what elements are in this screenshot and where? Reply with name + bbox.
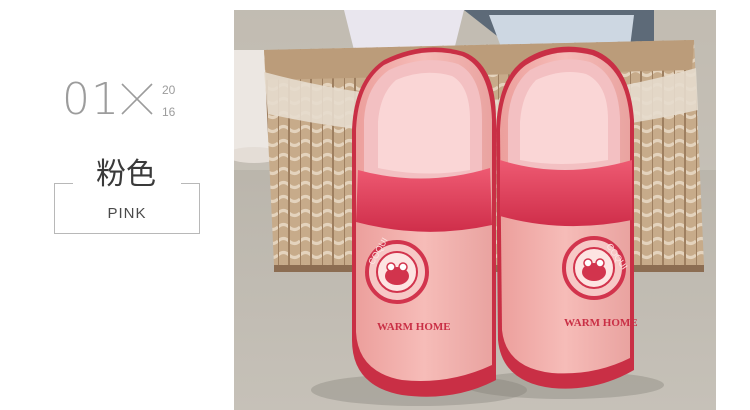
right-slipper: COQUI WARM HOME — [496, 46, 638, 389]
product-photo: COQUI WARM HOME COQUI WARM HOME — [234, 10, 716, 410]
year-top: 20 — [162, 83, 176, 97]
cross-icon — [121, 83, 153, 115]
color-name-cn: 粉色 — [78, 160, 174, 190]
left-slipper: COQUI WARM HOME — [352, 47, 496, 397]
info-panel: 01 20 16 粉色 PINK — [0, 0, 234, 410]
slippers-illustration: COQUI WARM HOME COQUI WARM HOME — [234, 10, 716, 410]
item-number: 01 — [62, 74, 120, 125]
color-name-en: PINK — [107, 205, 147, 222]
left-warm-home-text: WARM HOME — [377, 321, 451, 333]
year-bottom: 16 — [162, 105, 176, 119]
right-warm-home-text: WARM HOME — [564, 317, 638, 329]
